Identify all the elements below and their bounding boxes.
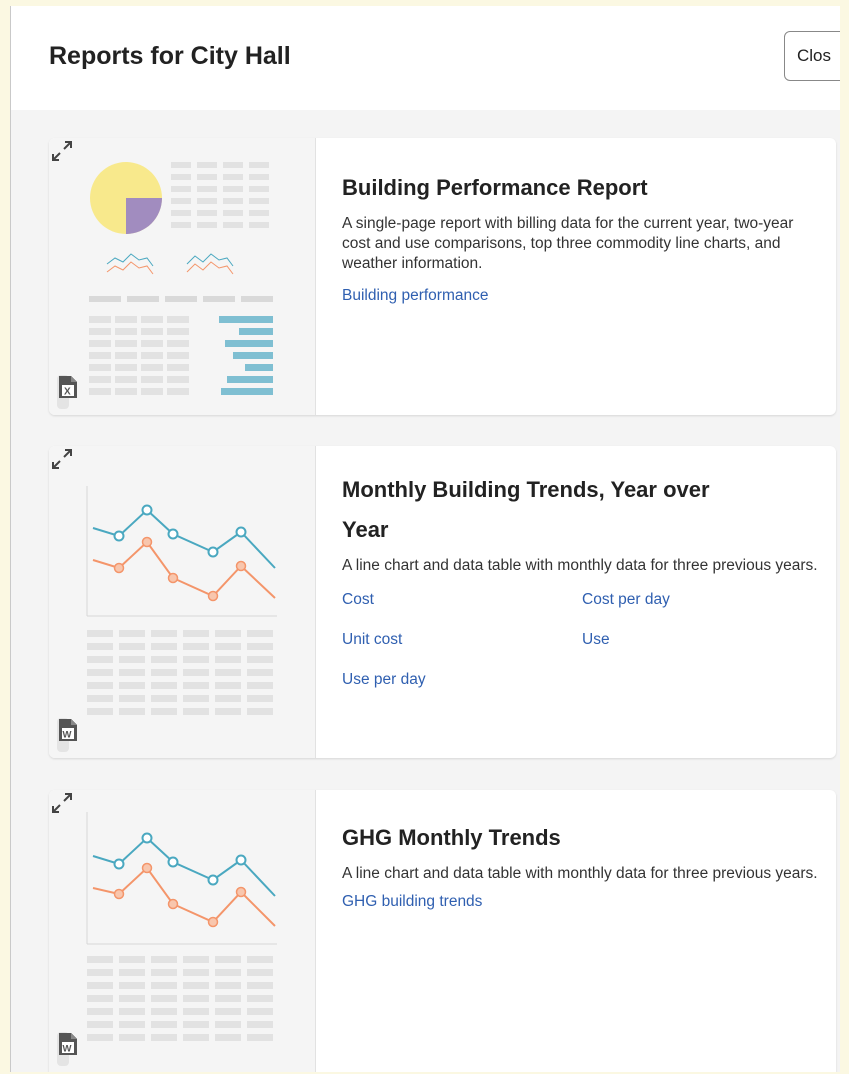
report-title-line1: Monthly Building Trends, Year over xyxy=(342,477,710,502)
format-icons: PDF X W xyxy=(57,718,77,752)
report-card-monthly-building-trends: PDF X W Monthly Building Trends, Year ov… xyxy=(49,446,836,758)
dialog-header: Reports for City Hall Clos xyxy=(11,6,840,110)
reports-dialog: Reports for City Hall Clos X Building Pe… xyxy=(10,6,840,1072)
expand-icon[interactable] xyxy=(49,138,75,164)
report-thumbnail[interactable]: PDF X W xyxy=(49,446,316,758)
word-icon[interactable]: W xyxy=(57,718,79,742)
report-title[interactable]: Monthly Building Trends, Year over Year xyxy=(342,470,826,550)
word-icon[interactable]: W xyxy=(57,1032,79,1056)
report-description: A line chart and data table with monthly… xyxy=(342,865,818,882)
close-button[interactable]: Clos xyxy=(784,31,840,81)
report-thumbnail[interactable]: PDF X xyxy=(49,138,316,415)
expand-icon[interactable] xyxy=(49,446,75,472)
report-thumbnail[interactable]: PDF X W xyxy=(49,790,316,1072)
link-unit-cost[interactable]: Unit cost xyxy=(342,630,582,650)
link-use[interactable]: Use xyxy=(582,630,782,650)
monthly-trends-preview xyxy=(86,486,277,715)
ghg-trends-preview xyxy=(86,812,277,1041)
link-cost-per-day[interactable]: Cost per day xyxy=(582,590,782,610)
report-card-ghg-monthly-trends: PDF X W GHG Monthly Trends A line chart … xyxy=(49,790,836,1072)
link-cost[interactable]: Cost xyxy=(342,590,582,610)
report-description: A single-page report with billing data f… xyxy=(342,215,794,272)
format-icons: PDF X W xyxy=(57,1032,77,1066)
report-title[interactable]: Building Performance Report xyxy=(342,168,826,208)
svg-text:W: W xyxy=(63,1044,72,1055)
link-ghg-building-trends[interactable]: GHG building trends xyxy=(342,892,826,912)
report-card-content: GHG Monthly Trends A line chart and data… xyxy=(342,790,826,912)
svg-text:X: X xyxy=(64,387,71,398)
report-card-building-performance: PDF X Building Performance Report A sing… xyxy=(49,138,836,415)
expand-icon[interactable] xyxy=(49,790,75,816)
link-building-performance[interactable]: Building performance xyxy=(342,286,826,306)
excel-icon[interactable]: X xyxy=(57,375,79,399)
format-icons: PDF X xyxy=(57,375,77,409)
report-title[interactable]: GHG Monthly Trends xyxy=(342,818,826,858)
link-use-per-day[interactable]: Use per day xyxy=(342,670,582,690)
svg-text:W: W xyxy=(63,730,72,741)
report-description: A line chart and data table with monthly… xyxy=(342,557,818,574)
report-card-content: Monthly Building Trends, Year over Year … xyxy=(342,446,826,690)
dialog-title: Reports for City Hall xyxy=(49,42,291,70)
building-performance-preview xyxy=(89,162,273,395)
report-title-line2: Year xyxy=(342,517,389,542)
report-card-content: Building Performance Report A single-pag… xyxy=(342,138,826,306)
